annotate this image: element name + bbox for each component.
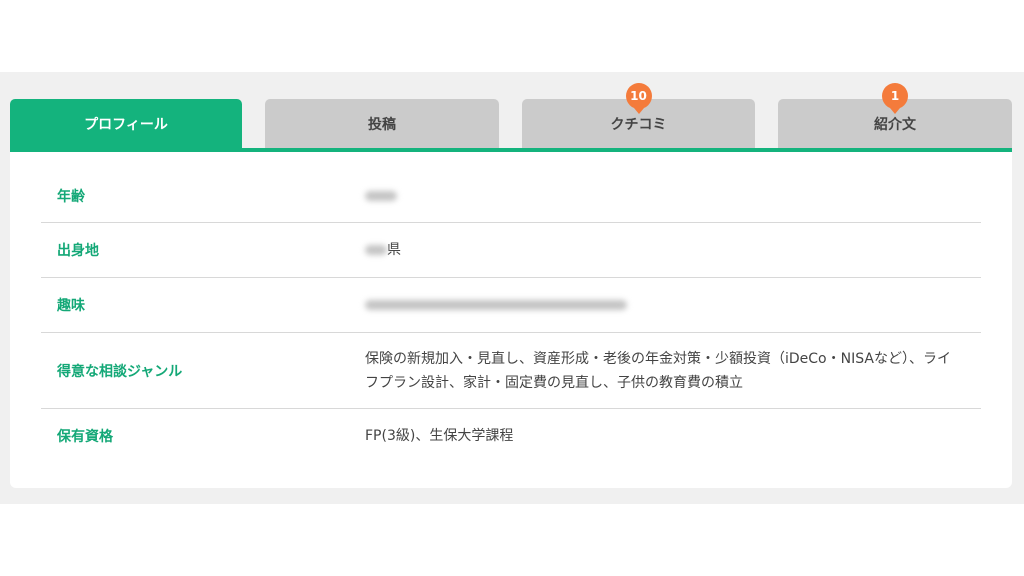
qualification-label: 保有資格 bbox=[57, 429, 113, 445]
specialty-value: 保険の新規加入・見直し、資産形成・老後の年金対策・少額投資（iDeCo・NISA… bbox=[365, 350, 951, 391]
specialty-label: 得意な相談ジャンル bbox=[57, 363, 183, 380]
redacted-prefecture bbox=[365, 245, 387, 255]
profile-row-hobby: 趣味 bbox=[41, 278, 981, 333]
hobby-value bbox=[365, 293, 955, 317]
tab-posts-label: 投稿 bbox=[368, 116, 396, 133]
tab-bar: プロフィール 投稿 10 クチコミ 1 紹介文 bbox=[10, 83, 1012, 148]
redacted-age bbox=[365, 191, 397, 201]
hobby-label: 趣味 bbox=[57, 298, 85, 314]
profile-row-specialty: 得意な相談ジャンル 保険の新規加入・見直し、資産形成・老後の年金対策・少額投資（… bbox=[41, 333, 981, 409]
tab-reviews-label: クチコミ bbox=[610, 116, 667, 133]
qualification-value: FP(3級)、生保大学課程 bbox=[365, 428, 514, 444]
tab-reviews[interactable]: 10 クチコミ bbox=[522, 83, 755, 148]
tab-profile-label: プロフィール bbox=[84, 116, 168, 133]
tab-profile[interactable]: プロフィール bbox=[10, 99, 242, 148]
birthplace-value: 県 bbox=[365, 238, 955, 262]
profile-row-qualification: 保有資格 FP(3級)、生保大学課程 bbox=[41, 409, 981, 463]
tab-introduction-label: 紹介文 bbox=[874, 116, 916, 133]
profile-row-age: 年齢 bbox=[41, 170, 981, 223]
profile-card: 年齢 出身地 県 趣味 得意な相談ジャンル 保険の新規加入・見直し、資産形成・老… bbox=[10, 152, 1012, 488]
birthplace-suffix: 県 bbox=[387, 242, 401, 258]
profile-row-birthplace: 出身地 県 bbox=[41, 223, 981, 278]
introduction-count-badge: 1 bbox=[882, 83, 908, 109]
birthplace-label: 出身地 bbox=[57, 243, 99, 259]
reviews-count-badge: 10 bbox=[625, 83, 652, 109]
tab-introduction[interactable]: 1 紹介文 bbox=[778, 83, 1012, 148]
age-value bbox=[365, 184, 955, 208]
tab-posts[interactable]: 投稿 bbox=[265, 99, 499, 148]
redacted-hobby bbox=[365, 300, 627, 310]
age-label: 年齢 bbox=[57, 189, 85, 205]
